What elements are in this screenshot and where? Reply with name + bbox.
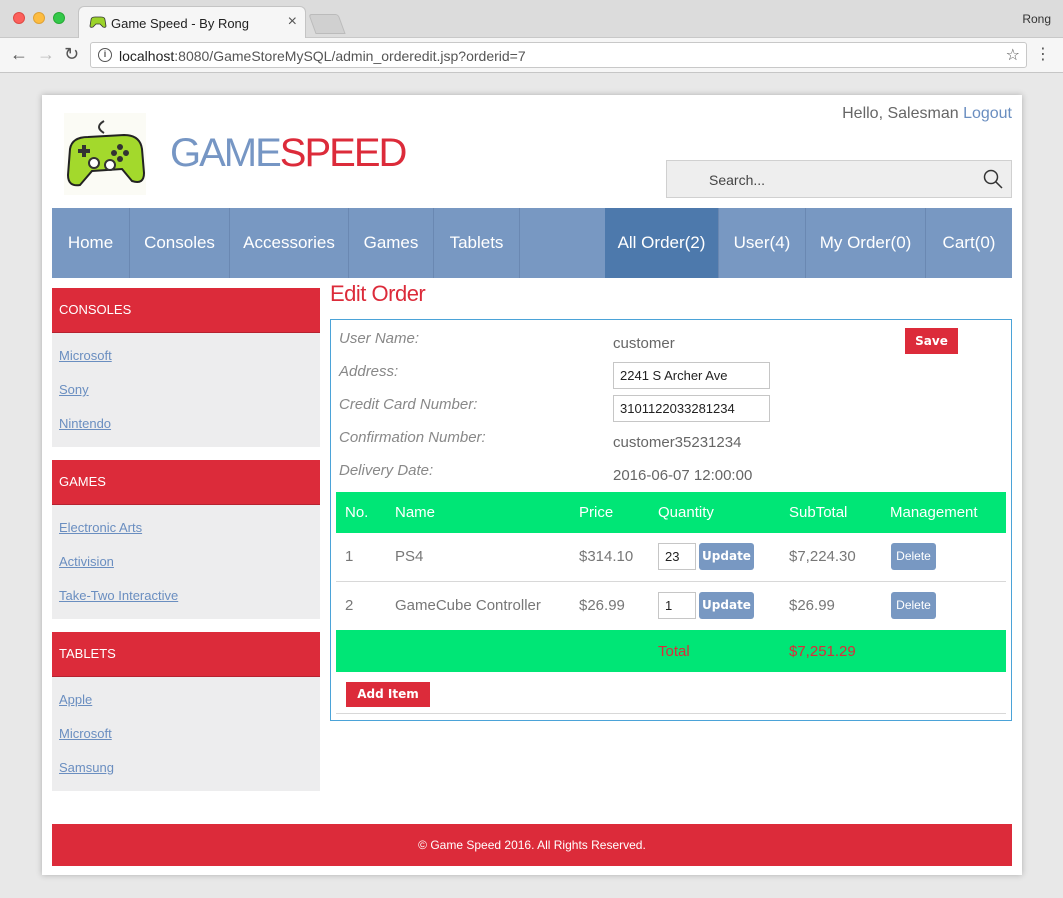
search-icon[interactable]	[983, 169, 1003, 189]
column-header: Quantity	[658, 504, 714, 521]
delivery-label: Delivery Date:	[339, 462, 434, 479]
sidebar-link-apple[interactable]: Apple	[52, 683, 320, 717]
forward-arrow-icon[interactable]: →	[37, 44, 55, 65]
search-placeholder: Search...	[709, 172, 766, 188]
quantity-input[interactable]: 23	[658, 543, 696, 570]
sidebar-link-samsung[interactable]: Samsung	[52, 751, 320, 785]
sidebar-heading: TABLETS	[52, 632, 320, 677]
browser-menu-icon[interactable]: ⋮	[1035, 44, 1051, 64]
user-greeting: Hello, Salesman Logout	[842, 105, 1012, 122]
sidebar-tablets: TABLETS Apple Microsoft Samsung	[52, 632, 320, 791]
brand-logo-text[interactable]: GAMESPEED	[170, 131, 407, 176]
user-name-label: User Name:	[339, 330, 420, 347]
info-icon[interactable]: i	[98, 48, 112, 62]
close-window-button[interactable]	[13, 12, 25, 24]
total-label: Total	[658, 643, 690, 660]
delete-button[interactable]: Delete	[891, 543, 936, 570]
column-header: SubTotal	[789, 504, 848, 521]
column-header: Name	[395, 504, 436, 521]
nav-user[interactable]: User(4)	[719, 208, 806, 278]
footer: © Game Speed 2016. All Rights Reserved.	[52, 824, 1012, 866]
gamepad-favicon-icon	[89, 16, 107, 28]
divider	[336, 713, 1006, 714]
quantity-input[interactable]: 1	[658, 592, 696, 619]
order-form: User Name: customer Save Address: 2241 S…	[330, 319, 1012, 721]
nav-all-order[interactable]: All Order(2)	[605, 208, 719, 278]
address-bar[interactable]: i localhost:8080/GameStoreMySQL/admin_or…	[90, 42, 1027, 68]
column-header: Management	[890, 504, 978, 521]
total-value: $7,251.29	[789, 643, 856, 660]
nav-my-order[interactable]: My Order(0)	[806, 208, 926, 278]
row-number: 2	[345, 597, 354, 614]
sidebar-link-microsoft[interactable]: Microsoft	[52, 717, 320, 751]
sidebar-link-take-two[interactable]: Take-Two Interactive	[52, 579, 320, 613]
tab-close-icon[interactable]: ×	[288, 13, 297, 31]
row-price: $314.10	[579, 548, 634, 565]
sidebar-link-activision[interactable]: Activision	[52, 545, 320, 579]
row-name: PS4	[395, 548, 424, 565]
new-tab-button[interactable]	[308, 14, 346, 34]
profile-name[interactable]: Rong	[1022, 12, 1051, 26]
minimize-window-button[interactable]	[33, 12, 45, 24]
sidebar-link-sony[interactable]: Sony	[52, 373, 320, 407]
nav-cart[interactable]: Cart(0)	[926, 208, 1012, 278]
sidebar-link-nintendo[interactable]: Nintendo	[52, 407, 320, 441]
back-arrow-icon[interactable]: ←	[10, 44, 28, 65]
column-header: Price	[579, 504, 614, 521]
nav-tablets[interactable]: Tablets	[434, 208, 520, 278]
page-container: GAMESPEED Hello, Salesman Logout Search.…	[42, 95, 1022, 875]
table-header: No. Name Price Quantity SubTotal Managem…	[336, 492, 1006, 533]
browser-tab[interactable]: Game Speed - By Rong ×	[78, 6, 306, 39]
delivery-value: 2016-06-07 12:00:00	[613, 467, 753, 484]
table-row: 2 GameCube Controller $26.99 1 Update $2…	[336, 582, 1006, 631]
sidebar-heading: CONSOLES	[52, 288, 320, 333]
sidebar-link-microsoft[interactable]: Microsoft	[52, 339, 320, 373]
browser-tab-strip: Game Speed - By Rong × Rong	[0, 0, 1063, 39]
row-subtotal: $7,224.30	[789, 548, 856, 565]
column-header: No.	[345, 504, 369, 521]
tab-title: Game Speed - By Rong	[111, 16, 250, 31]
update-button[interactable]: Update	[699, 592, 754, 619]
gamepad-logo-icon[interactable]	[64, 113, 146, 195]
reload-icon[interactable]: ↻	[64, 44, 79, 65]
page-title: Edit Order	[330, 281, 426, 306]
browser-toolbar: ← → ↻ i localhost:8080/GameStoreMySQL/ad…	[0, 38, 1063, 73]
maximize-window-button[interactable]	[53, 12, 65, 24]
main-nav: Home Consoles Accessories Games Tablets …	[52, 208, 1012, 278]
sidebar-link-electronic-arts[interactable]: Electronic Arts	[52, 511, 320, 545]
sidebar-games: GAMES Electronic Arts Activision Take-Tw…	[52, 460, 320, 619]
search-input[interactable]: Search...	[666, 160, 1012, 198]
bookmark-star-icon[interactable]: ☆	[1006, 45, 1020, 65]
nav-home[interactable]: Home	[52, 208, 130, 278]
row-subtotal: $26.99	[789, 597, 835, 614]
user-name-value: customer	[613, 335, 675, 352]
row-number: 1	[345, 548, 354, 565]
confirmation-label: Confirmation Number:	[339, 429, 486, 446]
logout-link[interactable]: Logout	[963, 105, 1012, 122]
row-name: GameCube Controller	[395, 597, 541, 614]
confirmation-value: customer35231234	[613, 434, 742, 451]
nav-games[interactable]: Games	[349, 208, 434, 278]
delete-button[interactable]: Delete	[891, 592, 936, 619]
credit-card-label: Credit Card Number:	[339, 396, 478, 413]
credit-card-field[interactable]: 3101122033281234	[613, 395, 770, 422]
sidebar-consoles: CONSOLES Microsoft Sony Nintendo	[52, 288, 320, 447]
address-label: Address:	[339, 363, 399, 380]
save-button[interactable]: Save	[905, 328, 958, 354]
table-total-row: Total $7,251.29	[336, 630, 1006, 672]
address-field[interactable]: 2241 S Archer Ave	[613, 362, 770, 389]
url-text[interactable]: localhost:8080/GameStoreMySQL/admin_orde…	[119, 48, 526, 64]
add-item-button[interactable]: Add Item	[346, 682, 430, 707]
nav-accessories[interactable]: Accessories	[230, 208, 349, 278]
update-button[interactable]: Update	[699, 543, 754, 570]
table-row: 1 PS4 $314.10 23 Update $7,224.30 Delete	[336, 533, 1006, 582]
row-price: $26.99	[579, 597, 625, 614]
nav-consoles[interactable]: Consoles	[130, 208, 230, 278]
sidebar-heading: GAMES	[52, 460, 320, 505]
